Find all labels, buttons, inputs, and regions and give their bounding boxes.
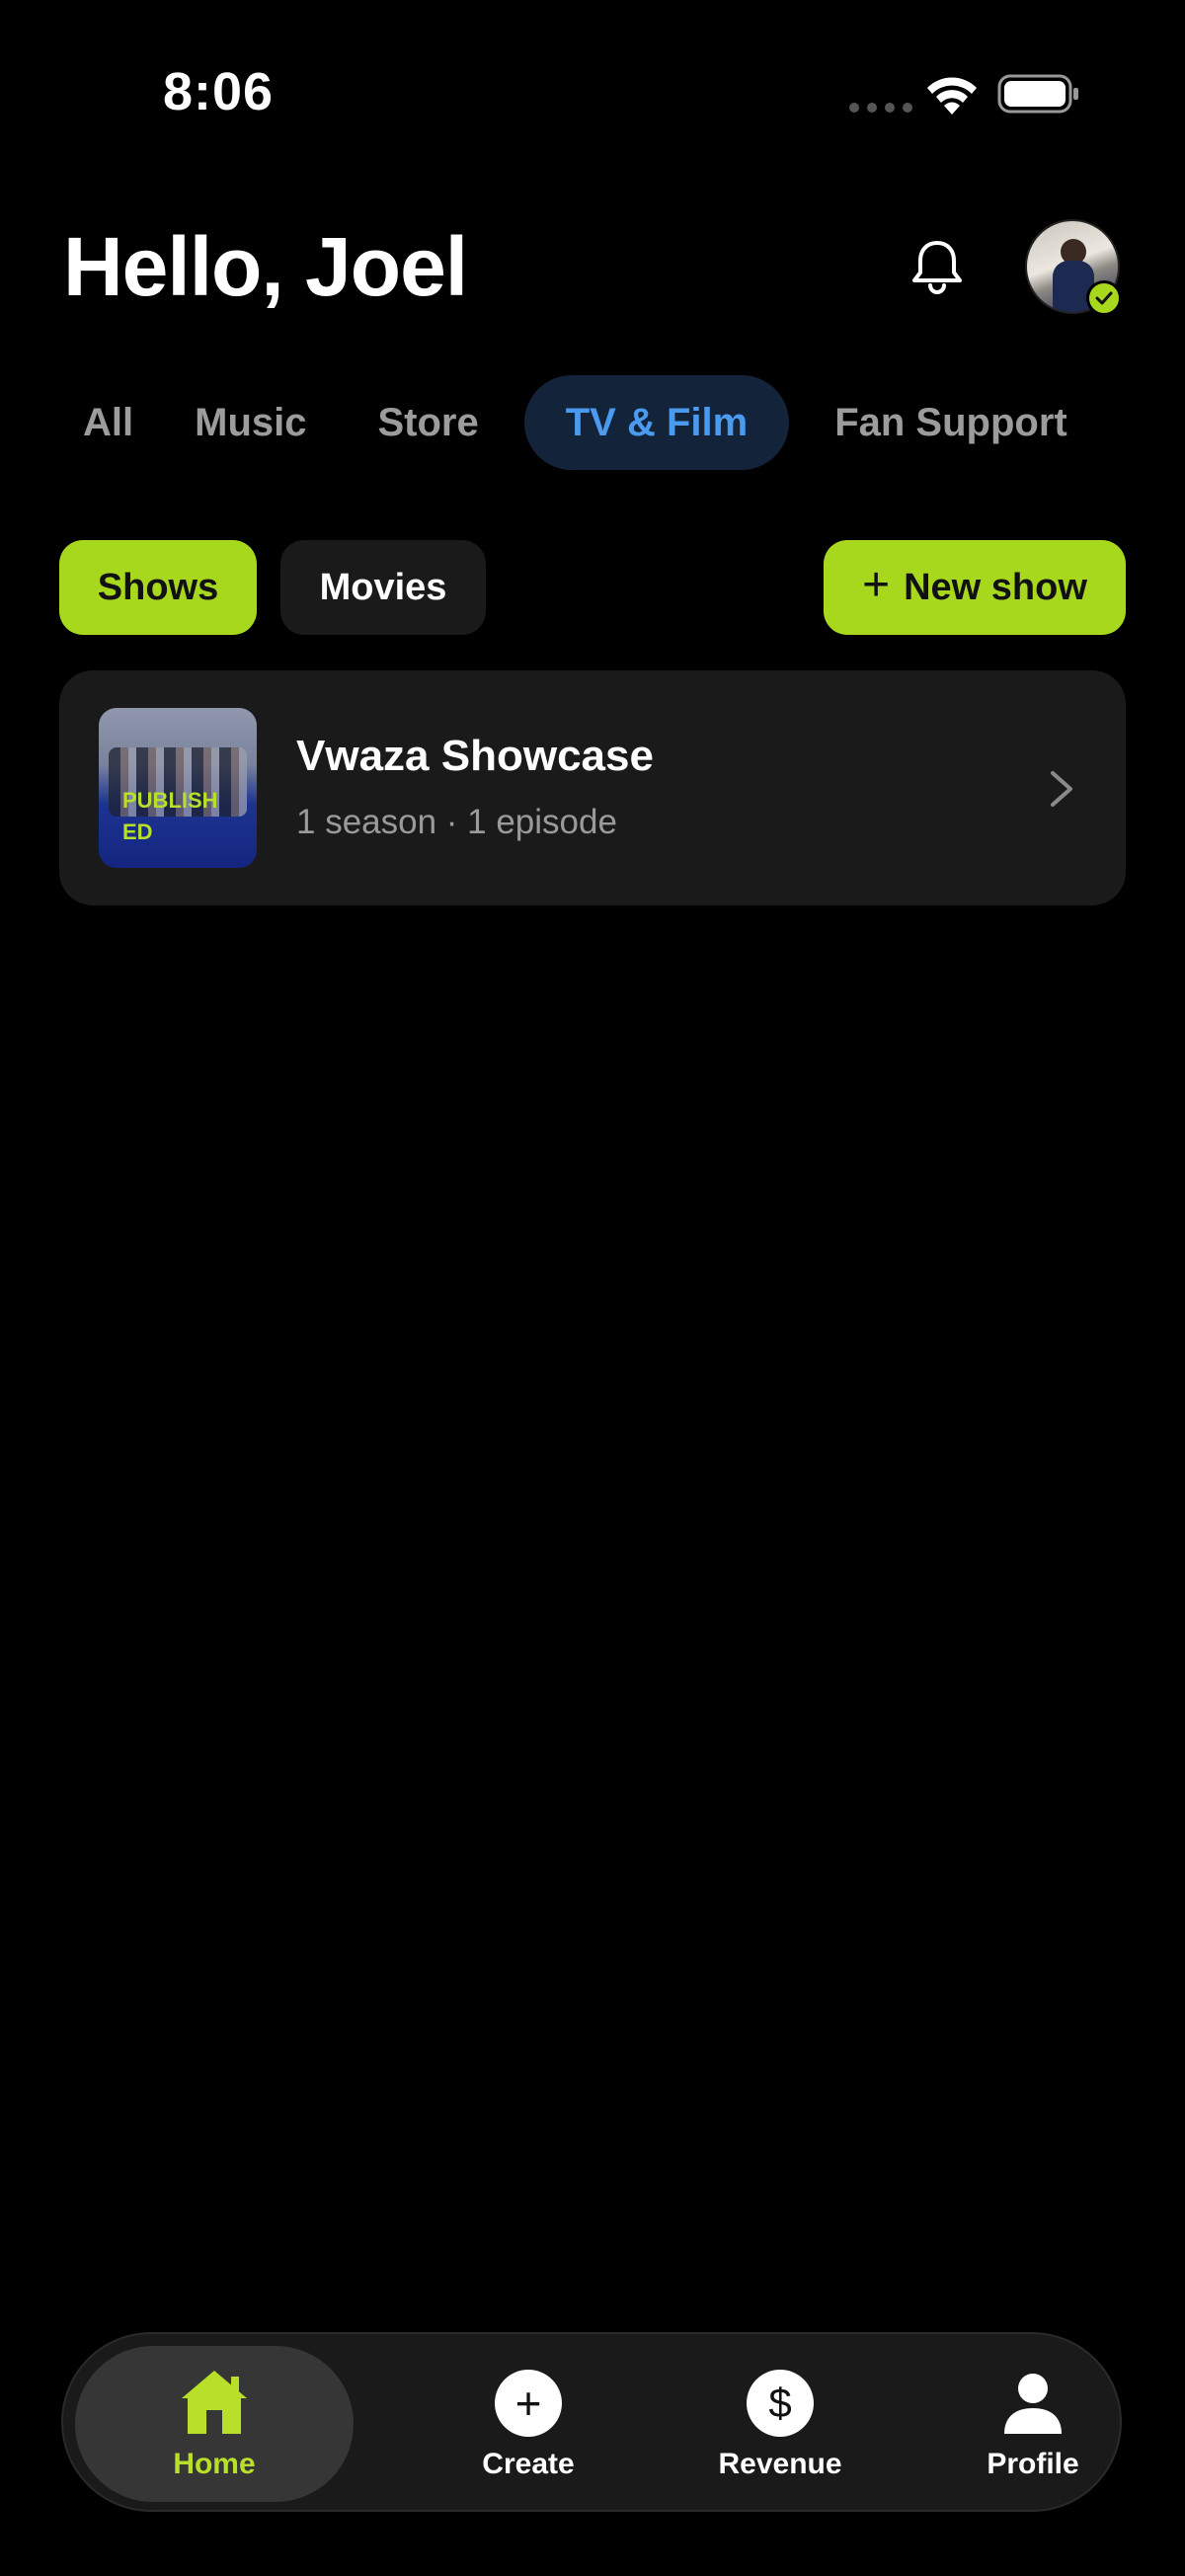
shows-filter-button[interactable]: Shows: [59, 540, 257, 635]
published-badge: PUBLISHED: [122, 788, 218, 844]
greeting-title: Hello, Joel: [63, 220, 468, 313]
bell-icon[interactable]: [907, 237, 968, 298]
tab-music[interactable]: Music: [169, 375, 332, 470]
chevron-right-icon: [1051, 771, 1072, 807]
status-bar: 8:06: [0, 0, 1185, 188]
movies-filter-button[interactable]: Movies: [280, 540, 486, 635]
plus-icon: +: [862, 559, 891, 611]
nav-profile-label: Profile: [987, 2448, 1079, 2480]
show-thumbnail: PUBLISHED: [99, 708, 257, 868]
home-icon: [182, 2371, 247, 2434]
battery-icon: [997, 74, 1078, 114]
new-show-button[interactable]: + New show: [824, 540, 1126, 635]
tab-fan-support[interactable]: Fan Support: [809, 375, 1093, 470]
bottom-nav: Home + Create $ Revenue Profile: [61, 2332, 1122, 2512]
nav-revenue[interactable]: $ Revenue: [646, 2334, 914, 2514]
person-icon: [1004, 2374, 1062, 2434]
check-badge-icon: [1086, 280, 1122, 316]
category-tabs: All Music Store TV & Film Fan Support: [57, 375, 1093, 470]
show-title: Vwaza Showcase: [296, 732, 654, 780]
nav-profile[interactable]: Profile: [899, 2334, 1167, 2514]
status-time: 8:06: [163, 62, 275, 121]
tab-store[interactable]: Store: [352, 375, 504, 470]
nav-revenue-label: Revenue: [718, 2448, 842, 2480]
nav-create[interactable]: + Create: [394, 2334, 663, 2514]
plus-circle-icon: +: [495, 2370, 562, 2437]
show-subtitle: 1 season · 1 episode: [296, 803, 617, 841]
wifi-icon: [927, 77, 977, 115]
tab-all[interactable]: All: [57, 375, 159, 470]
show-list-item[interactable]: PUBLISHED Vwaza Showcase 1 season · 1 ep…: [59, 670, 1126, 905]
nav-create-label: Create: [482, 2448, 575, 2480]
tab-tv-film[interactable]: TV & Film: [523, 375, 790, 470]
cellular-signal-icon: [849, 103, 912, 113]
dollar-circle-icon: $: [747, 2370, 814, 2437]
new-show-label: New show: [904, 566, 1087, 608]
nav-home[interactable]: Home: [75, 2346, 354, 2502]
nav-home-label: Home: [173, 2448, 256, 2480]
